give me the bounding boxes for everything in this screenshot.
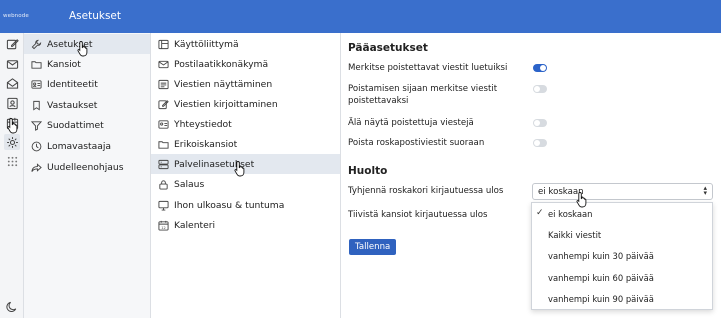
empty-trash-options: ✓ ei koskaan Kaikki viestit vanhempi kui…	[531, 202, 713, 310]
option-label: vanhempi kuin 30 päivää	[548, 250, 654, 261]
settings-nav-item-kansiot[interactable]: Kansiot	[24, 54, 150, 74]
bookmark-icon	[33, 100, 40, 110]
option-kaikki-viestit[interactable]: Kaikki viestit	[532, 224, 712, 245]
hand-cursor-icon	[234, 161, 245, 177]
toggle-knob	[540, 65, 546, 71]
open-envelope-icon[interactable]	[4, 75, 20, 91]
settings-nav-item-vastaukset[interactable]: Vastaukset	[24, 95, 150, 115]
wrench-icon	[31, 39, 42, 49]
mark-read-toggle[interactable]	[533, 64, 547, 72]
option-label: vanhempi kuin 90 päivää	[548, 293, 654, 304]
section-label: Viestien kirjoittaminen	[174, 98, 278, 110]
layout-icon	[158, 39, 169, 49]
forward-icon	[31, 162, 42, 172]
section-item-viestien-kirjoittaminen[interactable]: Viestien kirjoittaminen	[151, 94, 340, 114]
nav-label: Suodattimet	[47, 119, 104, 131]
settings-nav-item-suodattimet[interactable]: Suodattimet	[24, 115, 150, 135]
empty-trash-select[interactable]: ei koskaan ▴ ▾	[532, 183, 713, 200]
option-label: Kaikki viestit	[548, 229, 602, 240]
section-label: Ihon ulkoasu & tuntuma	[174, 199, 285, 211]
option-60-days[interactable]: vanhempi kuin 60 päivää	[532, 267, 712, 288]
toggle-knob	[534, 120, 540, 126]
toggle-label: Älä näytä poistettuja viestejä	[348, 118, 474, 128]
monitor-icon	[158, 200, 169, 211]
contacts-icon[interactable]	[4, 95, 20, 111]
svg-text:12: 12	[161, 225, 165, 229]
section-label: Kalenteri	[174, 219, 216, 231]
settings-nav-item-lomavastaaja[interactable]: Lomavastaaja	[24, 136, 150, 156]
section-item-yhteystiedot[interactable]: Yhteystiedot	[151, 114, 340, 134]
option-label: ei koskaan	[548, 208, 593, 219]
nav-label: Lomavastaaja	[47, 140, 112, 152]
section-item-kalenteri[interactable]: 12 Kalenteri	[151, 215, 340, 235]
nav-label: Identiteetit	[47, 78, 98, 90]
option-label: vanhempi kuin 60 päivää	[548, 272, 654, 283]
nav-label: Vastaukset	[47, 99, 98, 111]
hand-cursor-icon	[7, 118, 18, 134]
filter-icon	[31, 120, 42, 131]
select-arrows-icon: ▴ ▾	[703, 184, 707, 197]
logo[interactable]: webnode	[3, 13, 29, 19]
icon-rail: 12	[0, 33, 24, 318]
empty-trash-label: Tyhjennä roskakori kirjautuessa ulos	[348, 186, 504, 196]
section-item-postilaatikkonakyma[interactable]: Postilaatikkonäkymä	[151, 54, 340, 74]
lock-icon	[159, 179, 168, 190]
compose-icon	[158, 99, 169, 109]
id-card-icon	[158, 119, 169, 129]
section-label: Salaus	[174, 178, 205, 190]
folder-icon	[31, 60, 42, 69]
settings-nav-item-uudelleenohjaus[interactable]: Uudelleenohjaus	[24, 157, 150, 177]
envelope-icon	[158, 60, 169, 68]
compact-label: Tiivistä kansiot kirjautuessa ulos	[348, 210, 488, 220]
clock-icon	[31, 141, 42, 151]
toggle-knob	[534, 140, 540, 146]
option-30-days[interactable]: vanhempi kuin 30 päivää	[532, 245, 712, 266]
flag-deleted-toggle[interactable]	[533, 85, 547, 93]
save-button[interactable]: Tallenna	[349, 239, 397, 255]
toggle-label: Poistamisen sijaan merkitse viestit pois…	[348, 84, 498, 106]
folder-icon	[158, 140, 169, 149]
header-bar: webnode Asetukset	[0, 0, 721, 33]
toggle-label: Poista roskapostiviestit suoraan	[348, 138, 485, 148]
settings-nav: Asetukset Kansiot Identiteetit Vastaukse…	[24, 33, 151, 318]
hand-cursor-icon	[77, 41, 88, 57]
option-ei-koskaan[interactable]: ✓ ei koskaan	[532, 203, 712, 224]
section-label: Postilaatikkonäkymä	[174, 58, 269, 70]
apps-grid-icon[interactable]	[4, 153, 20, 169]
moon-icon[interactable]	[4, 298, 20, 314]
server-icon	[158, 159, 169, 169]
toggle-knob	[534, 86, 540, 92]
option-90-days[interactable]: vanhempi kuin 90 päivää	[532, 288, 712, 309]
hand-cursor-icon	[576, 192, 587, 208]
delete-junk-toggle[interactable]	[533, 139, 547, 147]
hide-deleted-toggle[interactable]	[533, 119, 547, 127]
section-item-salaus[interactable]: Salaus	[151, 174, 340, 194]
settings-panel: Pääasetukset Merkitse poistettavat viest…	[341, 33, 721, 318]
section-label: Käyttöliittymä	[174, 38, 239, 50]
section-item-viestien-nayttaminen[interactable]: Viestien näyttäminen	[151, 74, 340, 94]
section-item-kayttoliittyma[interactable]: Käyttöliittymä	[151, 34, 340, 54]
compose-icon[interactable]	[4, 36, 20, 52]
section-label: Yhteystiedot	[174, 118, 232, 130]
section-label: Viestien näyttäminen	[174, 78, 273, 90]
section-item-erikoiskansiot[interactable]: Erikoiskansiot	[151, 134, 340, 154]
page-title: Asetukset	[69, 10, 122, 22]
calendar-icon: 12	[158, 220, 169, 231]
settings-icon[interactable]	[4, 134, 20, 150]
section-title-maintenance: Huolto	[348, 165, 388, 177]
section-label: Erikoiskansiot	[174, 138, 238, 150]
section-item-ihon-ulkoasu[interactable]: Ihon ulkoasu & tuntuma	[151, 195, 340, 215]
nav-label: Kansiot	[47, 58, 81, 70]
toggle-label: Merkitse poistettavat viestit luetuiksi	[348, 63, 508, 73]
envelope-icon[interactable]	[4, 56, 20, 72]
message-icon	[158, 79, 169, 89]
nav-label: Uudelleenohjaus	[47, 161, 124, 173]
check-icon: ✓	[536, 208, 544, 218]
settings-nav-item-identiteetit[interactable]: Identiteetit	[24, 74, 150, 94]
id-card-icon	[31, 79, 42, 89]
section-title-main: Pääasetukset	[348, 42, 428, 54]
